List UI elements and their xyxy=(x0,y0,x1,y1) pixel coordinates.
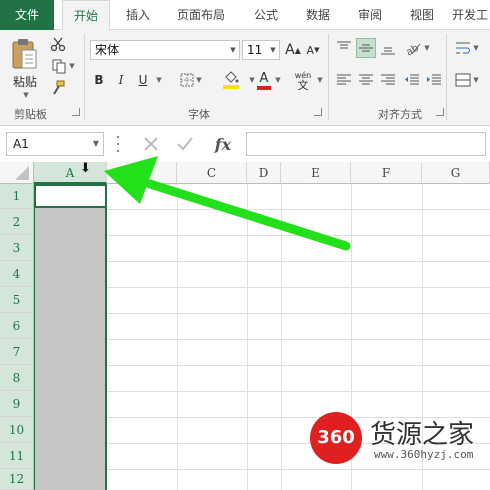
watermark-logo: 360 xyxy=(310,412,362,464)
watermark-name: 货源之家 xyxy=(370,420,475,450)
watermark-url: www.360hyzj.com xyxy=(374,448,474,461)
annotation-arrow-shaft xyxy=(145,179,351,251)
watermark: 360 货源之家 www.360hyzj.com xyxy=(310,412,490,470)
